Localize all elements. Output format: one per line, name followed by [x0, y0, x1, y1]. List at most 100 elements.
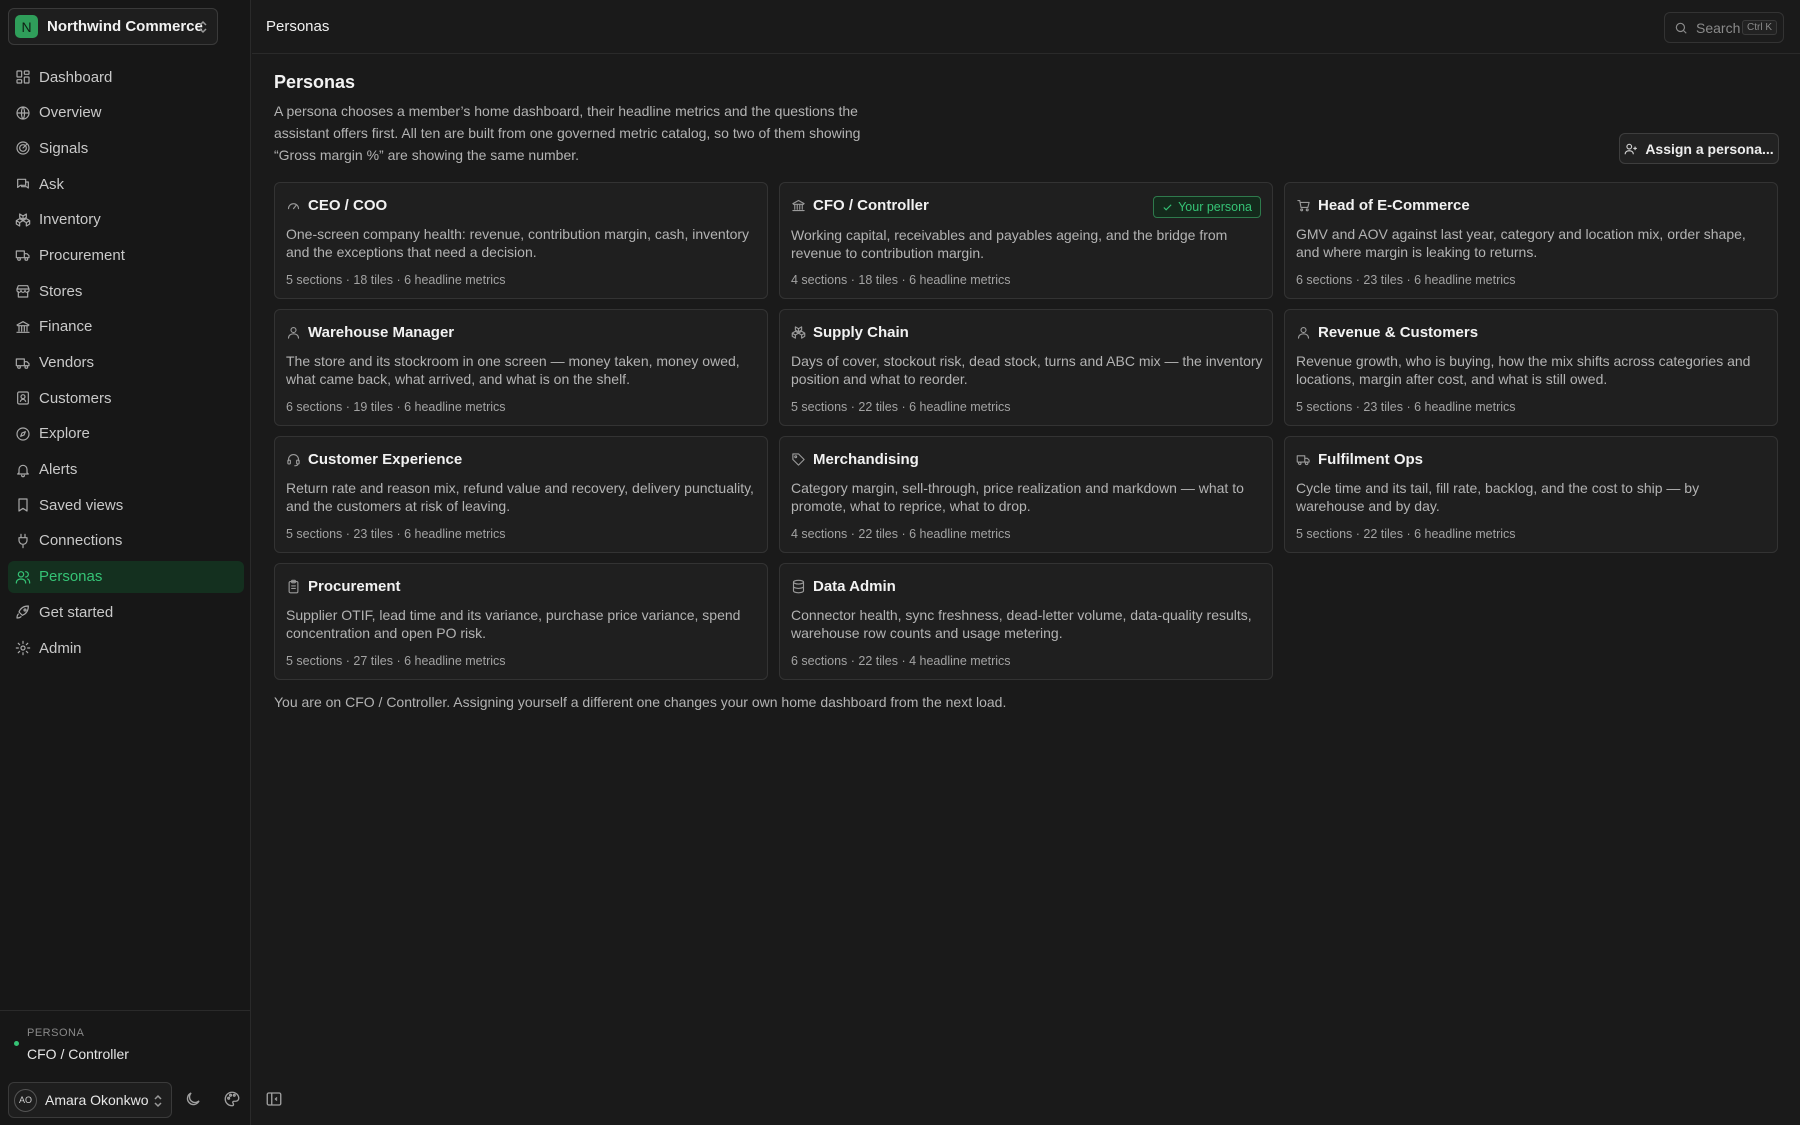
boxes-icon — [791, 325, 806, 340]
bank-icon — [791, 198, 806, 213]
sidebar-item-get-started[interactable]: Get started — [8, 596, 244, 628]
breadcrumb: Personas — [266, 18, 330, 35]
collapse-sidebar-icon[interactable] — [265, 1090, 285, 1110]
your-persona-badge: Your persona — [1153, 196, 1261, 218]
persona-description: The store and its stockroom in one scree… — [286, 353, 740, 387]
current-persona-panel: PERSONA CFO / Controller — [0, 1010, 251, 1079]
persona-meta: 5 sections · 23 tiles · 6 headline metri… — [286, 527, 506, 541]
sidebar-item-inventory[interactable]: Inventory — [8, 204, 244, 236]
persona-card[interactable]: Revenue & Customers Revenue growth, who i… — [1284, 309, 1778, 426]
sidebar: N Northwind Commerce Dashboard Overview Si… — [0, 0, 251, 1125]
persona-title: Customer Experience — [308, 451, 463, 468]
persona-description: One-screen company health: revenue, cont… — [286, 226, 750, 260]
sidebar-item-finance[interactable]: Finance — [8, 311, 244, 343]
database-icon — [791, 579, 806, 594]
boxes-icon — [15, 212, 31, 228]
sidebar-item-procurement[interactable]: Procurement — [8, 239, 244, 271]
persona-card[interactable]: Head of E-Commerce GMV and AOV against la… — [1284, 182, 1778, 299]
store-icon — [15, 283, 31, 299]
org-switcher[interactable]: N Northwind Commerce — [8, 8, 218, 45]
sidebar-item-label: Signals — [39, 139, 89, 157]
user-switcher[interactable]: AO Amara Okonkwo — [8, 1082, 172, 1118]
persona-card[interactable]: Merchandising Category margin, sell-throu… — [779, 436, 1273, 553]
chat-icon — [15, 176, 31, 192]
contact-icon — [15, 390, 31, 406]
page-description: A persona chooses a member’s home dashbo… — [274, 103, 861, 163]
persona-meta: 6 sections · 22 tiles · 4 headline metri… — [791, 654, 1011, 668]
users-icon — [15, 569, 31, 585]
sidebar-item-label: Ask — [39, 175, 65, 193]
sidebar-item-personas[interactable]: Personas — [8, 560, 244, 593]
persona-meta: 5 sections · 18 tiles · 6 headline metri… — [286, 273, 506, 287]
user-icon — [286, 325, 301, 340]
sidebar-item-label: Alerts — [39, 461, 78, 479]
sidebar-item-explore[interactable]: Explore — [8, 418, 244, 450]
sidebar-item-signals[interactable]: Signals — [8, 132, 244, 164]
persona-meta: 5 sections · 22 tiles · 6 headline metri… — [791, 400, 1011, 414]
globe-icon — [15, 105, 31, 121]
sidebar-item-label: Procurement — [39, 246, 125, 264]
persona-title: Revenue & Customers — [1318, 324, 1479, 341]
persona-meta: 4 sections · 22 tiles · 6 headline metri… — [791, 527, 1011, 541]
sidebar-item-label: Saved views — [39, 496, 124, 514]
sidebar-item-label: Vendors — [39, 354, 95, 371]
avatar: AO — [14, 1088, 37, 1112]
persona-description: Days of cover, stockout risk, dead stock… — [791, 353, 1263, 387]
assign-persona-button[interactable]: Assign a persona... — [1619, 133, 1779, 164]
clipboard-icon — [286, 579, 301, 594]
sidebar-item-alerts[interactable]: Alerts — [8, 454, 244, 486]
sidebar-item-saved-views[interactable]: Saved views — [8, 489, 244, 521]
persona-card[interactable]: Warehouse Manager The store and its stock… — [274, 309, 768, 426]
persona-description: Working capital, receivables and payable… — [791, 227, 1228, 261]
sidebar-item-overview[interactable]: Overview — [8, 97, 244, 129]
persona-card[interactable]: Procurement Supplier OTIF, lead time and … — [274, 563, 768, 680]
sidebar-item-label: Overview — [39, 104, 102, 122]
persona-title: Merchandising — [813, 451, 919, 468]
search-button[interactable]: Search Ctrl K — [1664, 12, 1784, 43]
persona-title: Data Admin — [813, 578, 896, 595]
persona-card[interactable]: Customer Experience Return rate and reaso… — [274, 436, 768, 553]
persona-card[interactable]: Data Admin Connector health, sync freshne… — [779, 563, 1273, 680]
plug-icon — [15, 533, 31, 549]
persona-description: GMV and AOV against last year, category … — [1296, 226, 1746, 260]
sidebar-item-label: Admin — [39, 639, 82, 657]
chevron-updown-icon — [197, 20, 209, 34]
moon-icon[interactable] — [184, 1090, 204, 1110]
compass-icon — [15, 426, 31, 442]
persona-title: Fulfilment Ops — [1318, 451, 1423, 468]
gear-icon — [15, 640, 31, 656]
cart-icon — [1296, 198, 1311, 213]
palette-icon[interactable] — [223, 1090, 243, 1110]
headset-icon — [286, 452, 301, 467]
persona-card[interactable]: Fulfilment Ops Cycle time and its tail, f… — [1284, 436, 1778, 553]
persona-title: CEO / COO — [308, 197, 388, 214]
radar-icon — [15, 140, 31, 156]
sidebar-item-admin[interactable]: Admin — [8, 632, 244, 664]
truck-icon — [15, 247, 31, 263]
search-label: Search — [1696, 19, 1741, 36]
persona-meta: 5 sections · 22 tiles · 6 headline metri… — [1296, 527, 1516, 541]
persona-meta: 6 sections · 19 tiles · 6 headline metri… — [286, 400, 506, 414]
dashboard-icon — [15, 69, 31, 85]
your-persona-label: Your persona — [1178, 200, 1252, 214]
search-icon — [1674, 21, 1688, 35]
sidebar-item-connections[interactable]: Connections — [8, 525, 244, 557]
sidebar-item-label: Customers — [39, 389, 112, 407]
sidebar-item-vendors[interactable]: Vendors — [8, 347, 244, 379]
user-icon — [1296, 325, 1311, 340]
sidebar-item-customers[interactable]: Customers — [8, 382, 244, 414]
persona-card[interactable]: CEO / COO One-screen company health: reve… — [274, 182, 768, 299]
persona-card[interactable]: Supply Chain Days of cover, stockout risk… — [779, 309, 1273, 426]
sidebar-item-ask[interactable]: Ask — [8, 168, 244, 200]
rocket-icon — [15, 604, 31, 620]
sidebar-item-dashboard[interactable]: Dashboard — [8, 61, 244, 93]
sidebar-item-stores[interactable]: Stores — [8, 275, 244, 307]
sidebar-nav: Dashboard Overview Signals Ask Inventory Proc… — [8, 61, 244, 668]
sidebar-item-label: Stores — [39, 282, 83, 300]
gauge-icon — [286, 198, 301, 213]
sidebar-item-label: Explore — [39, 425, 90, 443]
sidebar-item-label: Inventory — [39, 211, 101, 229]
persona-card[interactable]: CFO / Controller Working capital, receiva… — [779, 182, 1273, 299]
bookmark-icon — [15, 497, 31, 513]
persona-meta: 4 sections · 18 tiles · 6 headline metri… — [791, 273, 1011, 287]
